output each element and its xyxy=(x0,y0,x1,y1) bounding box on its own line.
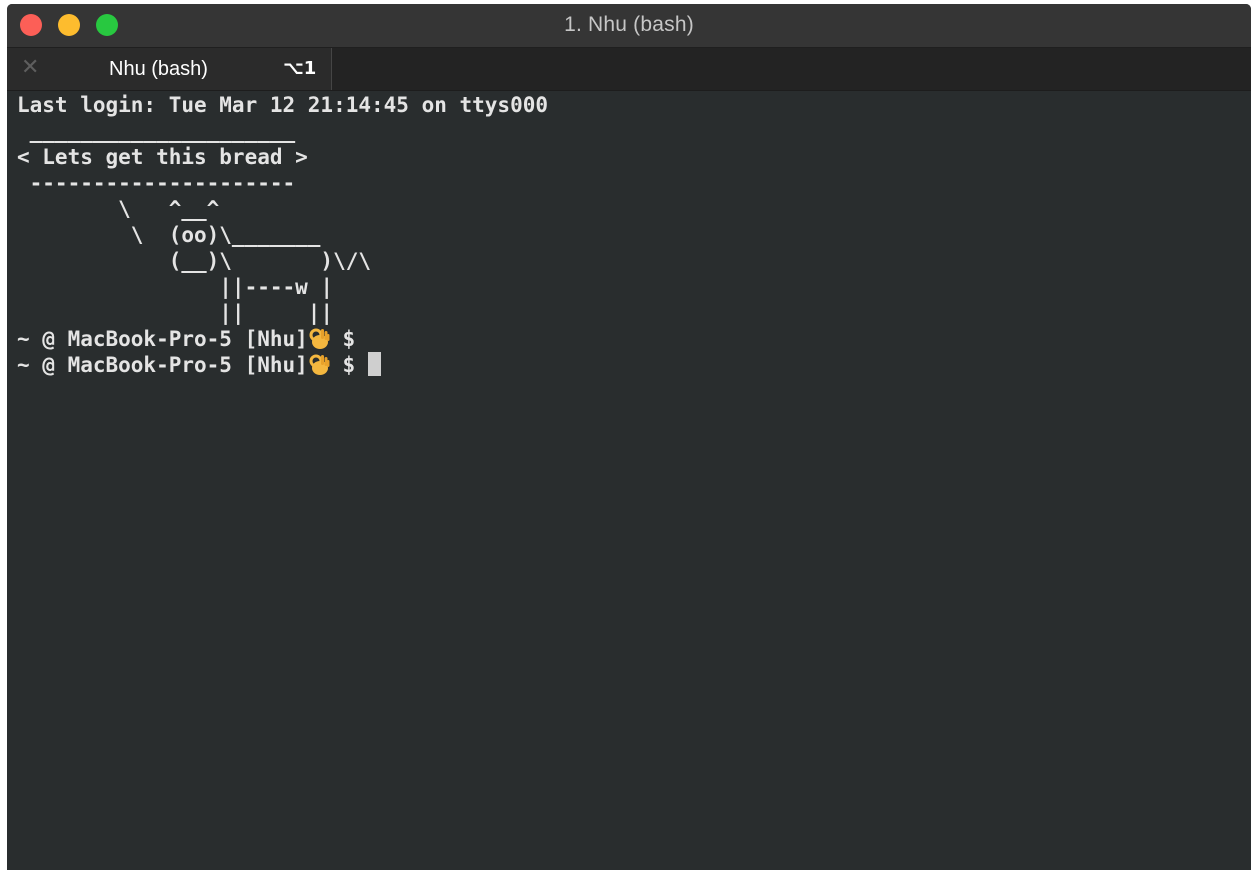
last-login-line: Last login: Tue Mar 12 21:14:45 on ttys0… xyxy=(17,93,549,117)
ok-hand-icon xyxy=(309,328,330,349)
text-cursor xyxy=(367,352,381,376)
prompt-line: ~ @ MacBook-Pro-5 [Nhu] $ xyxy=(17,352,1251,378)
tab-bar: ✕ Nhu (bash) ⌥1 xyxy=(7,48,1251,91)
prompt-line: ~ @ MacBook-Pro-5 [Nhu] $ xyxy=(17,326,1251,352)
prompt-symbol: $ xyxy=(329,353,356,377)
cowsay-line: ||----w | xyxy=(17,275,334,299)
terminal-output[interactable]: Last login: Tue Mar 12 21:14:45 on ttys0… xyxy=(17,92,1251,870)
prompt-text: ~ @ MacBook-Pro-5 [Nhu] xyxy=(17,353,308,377)
close-icon[interactable]: ✕ xyxy=(21,56,39,80)
cowsay-line: \ (oo)\_______ xyxy=(17,223,321,247)
prompt-symbol: $ xyxy=(329,327,356,351)
prompt-text: ~ @ MacBook-Pro-5 [Nhu] xyxy=(17,327,308,351)
tab-nhu-bash[interactable]: ✕ Nhu (bash) ⌥1 xyxy=(7,48,332,90)
tab-shortcut: ⌥1 xyxy=(283,58,317,79)
terminal-window: 1. Nhu (bash) ✕ Nhu (bash) ⌥1 Last login… xyxy=(7,4,1251,870)
title-bar[interactable]: 1. Nhu (bash) xyxy=(7,4,1251,48)
cowsay-line: || || xyxy=(17,301,334,325)
window-title: 1. Nhu (bash) xyxy=(564,13,694,36)
cowsay-line: (__)\ )\/\ xyxy=(17,249,372,273)
cowsay-line: < Lets get this bread > xyxy=(17,145,308,169)
ok-hand-icon xyxy=(309,354,330,375)
cowsay-line: \ ^__^ xyxy=(17,197,220,221)
cowsay-line: --------------------- xyxy=(17,171,296,195)
cowsay-line: _____________________ xyxy=(17,119,296,143)
tab-label: Nhu (bash) xyxy=(109,58,208,80)
